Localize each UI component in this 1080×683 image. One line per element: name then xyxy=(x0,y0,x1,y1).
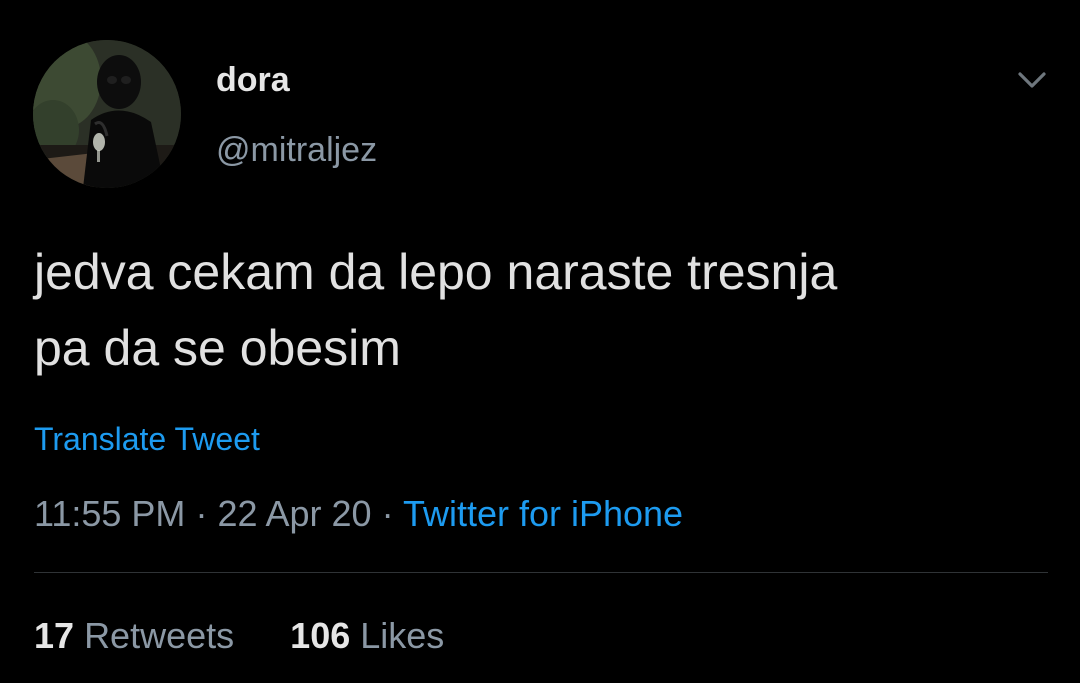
tweet-card: dora @mitraljez jedva cekam da lepo nara… xyxy=(0,0,1080,683)
tweet-date[interactable]: 22 Apr 20 xyxy=(217,493,371,534)
user-handle[interactable]: @mitraljez xyxy=(216,130,377,170)
likes-label: Likes xyxy=(360,615,445,656)
retweets-count: 17 xyxy=(34,615,75,656)
meta-separator: · xyxy=(381,493,394,534)
chevron-down-icon[interactable] xyxy=(1010,62,1054,96)
likes-stat[interactable]: 106 Likes xyxy=(290,615,444,656)
likes-count: 106 xyxy=(290,615,351,656)
translate-tweet-link[interactable]: Translate Tweet xyxy=(34,420,260,458)
avatar[interactable] xyxy=(33,40,181,188)
retweets-label: Retweets xyxy=(84,615,235,656)
tweet-stats: 17 Retweets 106 Likes xyxy=(34,616,444,656)
tweet-source-link[interactable]: Twitter for iPhone xyxy=(403,493,683,534)
retweets-stat[interactable]: 17 Retweets xyxy=(34,615,244,656)
avatar-image xyxy=(33,40,181,188)
meta-separator: · xyxy=(195,493,208,534)
tweet-time[interactable]: 11:55 PM xyxy=(34,493,185,534)
tweet-text-line: pa da se obesim xyxy=(34,320,401,376)
divider xyxy=(34,572,1048,573)
display-name[interactable]: dora xyxy=(216,60,290,100)
tweet-text: jedva cekam da lepo naraste tresnja pa d… xyxy=(34,234,1044,386)
tweet-text-line: jedva cekam da lepo naraste tresnja xyxy=(34,244,838,300)
tweet-meta: 11:55 PM · 22 Apr 20 · Twitter for iPhon… xyxy=(34,494,683,534)
